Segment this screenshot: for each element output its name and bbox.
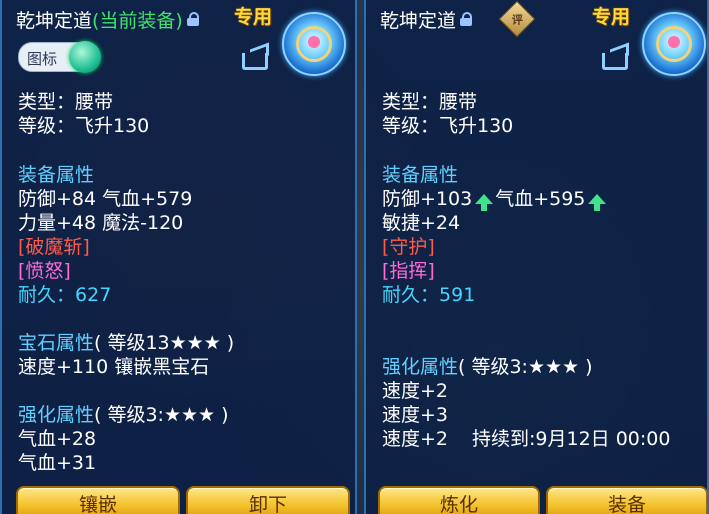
- enhance-row: 强化属性( 等级3:★★★ ): [382, 355, 593, 379]
- attr-defense: 防御+103: [382, 188, 473, 210]
- rating-badge-label: 评: [511, 13, 523, 26]
- special-skill-2: [愤怒]: [18, 260, 71, 282]
- inlay-button[interactable]: 镶嵌: [16, 486, 180, 514]
- special-skill-2: [指挥]: [382, 260, 435, 282]
- durability: 耐久：591: [382, 283, 475, 307]
- current-equipment-panel: 乾坤定道 (当前装备) 专用 图标 类型：腰带 等级：飞升130 装备属性 防御…: [0, 0, 357, 514]
- attr-header: 装备属性: [382, 164, 459, 186]
- special-skill-1: [守护]: [382, 236, 435, 258]
- exclusive-tag: 专用: [592, 6, 631, 28]
- durability-value: 627: [75, 284, 112, 306]
- enhance-row: 强化属性( 等级3:★★★ ): [18, 403, 229, 427]
- enhance-line-1: 速度+2: [382, 380, 449, 402]
- arrow-up-icon: [475, 194, 494, 211]
- toggle-label: 图标: [27, 50, 58, 68]
- durability: 耐久：627: [18, 283, 111, 307]
- item-name: 乾坤定道: [380, 9, 457, 32]
- toggle-knob[interactable]: [69, 41, 101, 73]
- refine-button[interactable]: 炼化: [378, 486, 540, 514]
- compare-equipment-panel: 乾坤定道 评 专用 类型：腰带 等级：飞升130 装备属性 防御+103 气血+5…: [364, 0, 709, 514]
- durability-label: 耐久：: [382, 284, 440, 306]
- unequip-button[interactable]: 卸下: [186, 486, 350, 514]
- item-icon: [642, 12, 706, 76]
- durability-label: 耐久：: [18, 284, 76, 306]
- share-icon[interactable]: [242, 42, 270, 70]
- enhance-line-2: 气血+31: [18, 452, 97, 474]
- equipped-label: (当前装备): [92, 9, 183, 32]
- item-title-row: 乾坤定道 评: [380, 0, 536, 38]
- item-type: 类型：腰带: [18, 91, 114, 113]
- exclusive-tag: 专用: [234, 6, 273, 28]
- enhance-line-3-value: 速度+2: [382, 428, 449, 450]
- attr-line-1: 防御+84 气血+579: [18, 188, 193, 210]
- enhance-line-2: 速度+3: [382, 404, 449, 426]
- lock-icon[interactable]: [186, 12, 199, 26]
- share-icon[interactable]: [602, 42, 630, 70]
- enhance-header: 强化属性: [18, 404, 95, 426]
- item-level: 等级：飞升130: [382, 115, 514, 137]
- enhance-line-1: 气血+28: [18, 428, 97, 450]
- enhance-duration: 持续到:9月12日 00:00: [472, 428, 671, 450]
- lock-icon[interactable]: [460, 12, 473, 26]
- gem-header: 宝石属性: [18, 332, 95, 354]
- equip-button[interactable]: 装备: [546, 486, 707, 514]
- item-title-row: 乾坤定道 (当前装备): [16, 6, 199, 32]
- gem-line: 速度+110 镶嵌黑宝石: [18, 356, 210, 378]
- gem-row: 宝石属性( 等级13★★★ ): [18, 331, 234, 355]
- attr-header: 装备属性: [18, 164, 95, 186]
- enhance-level: ( 等级3:★★★ ): [458, 356, 593, 378]
- attr-line-2: 力量+48 魔法-120: [18, 212, 184, 234]
- attr-line-1: 防御+103 气血+595: [382, 187, 608, 211]
- durability-value: 591: [439, 284, 476, 306]
- arrow-up-icon: [588, 194, 607, 211]
- attr-hp: 气血+595: [495, 188, 586, 210]
- enhance-level: ( 等级3:★★★ ): [94, 404, 229, 426]
- item-level: 等级：飞升130: [18, 115, 150, 137]
- attr-line-2: 敏捷+24: [382, 212, 461, 234]
- special-skill-1: [破魔斩]: [18, 236, 90, 258]
- item-icon: [282, 12, 346, 76]
- enhance-line-3: 速度+2 持续到:9月12日 00:00: [382, 427, 670, 451]
- item-name: 乾坤定道: [16, 9, 93, 32]
- rating-badge[interactable]: 评: [498, 0, 536, 38]
- icon-toggle[interactable]: 图标: [18, 41, 101, 73]
- enhance-header: 强化属性: [382, 356, 459, 378]
- gem-level: ( 等级13★★★ ): [94, 332, 235, 354]
- item-type: 类型：腰带: [382, 91, 478, 113]
